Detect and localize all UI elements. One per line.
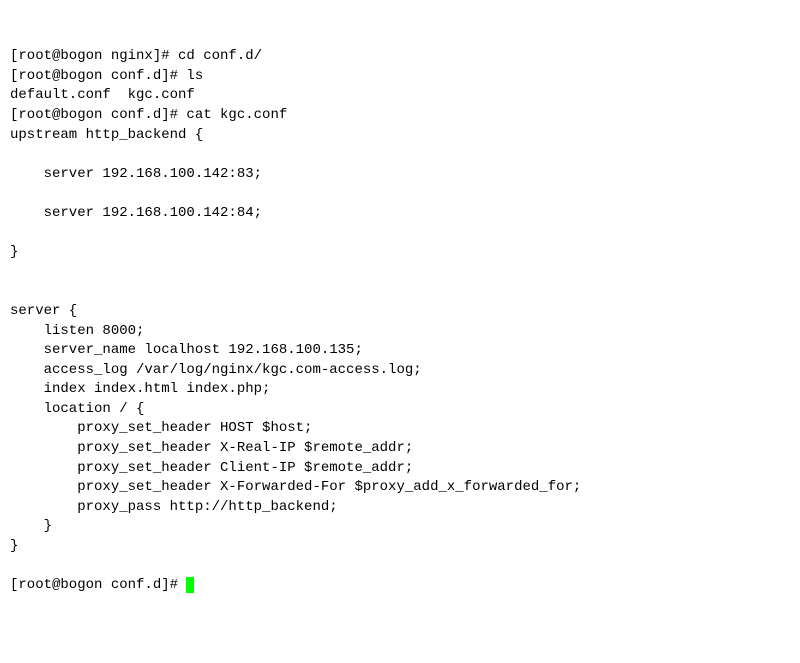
terminal-line: [root@bogon nginx]# cd conf.d/ <box>10 48 262 64</box>
terminal-line: index index.html index.php; <box>10 381 270 397</box>
cursor <box>186 577 194 593</box>
terminal-line: access_log /var/log/nginx/kgc.com-access… <box>10 362 422 378</box>
terminal-line: } <box>10 244 18 260</box>
terminal-line: server_name localhost 192.168.100.135; <box>10 342 363 358</box>
prompt-line[interactable]: [root@bogon conf.d]# <box>10 577 186 593</box>
terminal-line: proxy_set_header X-Real-IP $remote_addr; <box>10 440 413 456</box>
terminal-line: } <box>10 538 18 554</box>
terminal-line: server 192.168.100.142:83; <box>10 166 262 182</box>
terminal-line: server 192.168.100.142:84; <box>10 205 262 221</box>
terminal-line: proxy_set_header X-Forwarded-For $proxy_… <box>10 479 581 495</box>
terminal-line: server { <box>10 303 77 319</box>
terminal-line: location / { <box>10 401 144 417</box>
terminal-line: default.conf kgc.conf <box>10 87 195 103</box>
terminal-line: proxy_set_header HOST $host; <box>10 420 312 436</box>
terminal-line: upstream http_backend { <box>10 127 203 143</box>
terminal-output[interactable]: [root@bogon nginx]# cd conf.d/ [root@bog… <box>10 47 790 596</box>
terminal-line: listen 8000; <box>10 323 144 339</box>
terminal-line: [root@bogon conf.d]# cat kgc.conf <box>10 107 287 123</box>
terminal-line: proxy_set_header Client-IP $remote_addr; <box>10 460 413 476</box>
terminal-line: proxy_pass http://http_backend; <box>10 499 338 515</box>
terminal-line: [root@bogon conf.d]# ls <box>10 68 203 84</box>
terminal-line: } <box>10 518 52 534</box>
